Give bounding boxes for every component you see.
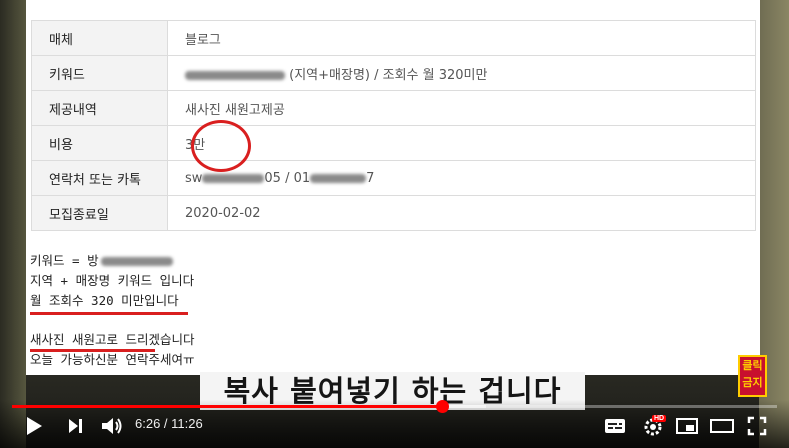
play-button[interactable] (25, 414, 43, 438)
subtitles-icon (605, 419, 625, 433)
table-row: 비용 3만 (31, 125, 756, 161)
progress-bar[interactable] (12, 405, 777, 408)
theater-icon (710, 419, 734, 433)
miniplayer-button[interactable] (676, 414, 698, 438)
table-row: 모집종료일 2020-02-02 (31, 195, 756, 231)
redacted-text (202, 173, 265, 183)
recruitment-info-table: 매체 블로그 키워드 (지역+매장명) / 조회수 월 320미만 제공내역 새… (31, 20, 756, 231)
time-display: 6:26 / 11:26 (135, 416, 203, 431)
cost-highlight-circle (191, 120, 251, 172)
highlight-underline (30, 312, 188, 315)
contact-part: 7 (366, 170, 375, 186)
video-frame[interactable]: 매체 블로그 키워드 (지역+매장명) / 조회수 월 320미만 제공내역 새… (0, 0, 789, 448)
redacted-text (185, 70, 285, 80)
subtitles-button[interactable] (604, 414, 626, 438)
contact-part: 05 / 01 (264, 170, 311, 186)
play-icon (27, 417, 42, 435)
row-value: 블로그 (167, 20, 756, 56)
settings-button[interactable]: HD (642, 414, 667, 438)
post-line: 월 조회수 320 미만입니다 (30, 293, 179, 308)
current-time: 6:26 (135, 416, 161, 431)
keyword-value: (지역+매장명) / 조회수 월 320미만 (289, 67, 488, 83)
redacted-text (310, 173, 367, 183)
volume-button[interactable] (100, 414, 124, 438)
row-value: 새사진 새원고제공 (167, 90, 756, 126)
row-value: 2020-02-02 (167, 195, 756, 231)
skip-next-icon (69, 419, 82, 433)
row-label: 매체 (31, 20, 168, 56)
table-row: 키워드 (지역+매장명) / 조회수 월 320미만 (31, 55, 756, 91)
screenshot-document: 매체 블로그 키워드 (지역+매장명) / 조회수 월 320미만 제공내역 새… (26, 0, 760, 375)
row-label: 연락처 또는 카톡 (31, 160, 168, 196)
video-background-left (0, 0, 26, 448)
post-line: 키워드 = 방 (30, 251, 195, 271)
redacted-text (100, 257, 173, 266)
row-label: 키워드 (31, 55, 168, 91)
row-value: sw 05 / 01 7 (167, 160, 756, 196)
theater-mode-button[interactable] (710, 414, 734, 438)
row-value: 3만 (167, 125, 756, 161)
row-value: (지역+매장명) / 조회수 월 320미만 (167, 55, 756, 91)
next-button[interactable] (67, 414, 85, 438)
played-bar (12, 405, 442, 408)
volume-icon (102, 418, 122, 434)
scrubber-handle[interactable] (435, 400, 449, 413)
highlight-underline (30, 349, 155, 352)
contact-part: sw (185, 170, 203, 186)
row-label: 비용 (31, 125, 168, 161)
table-row: 매체 블로그 (31, 20, 756, 56)
hd-badge: HD (652, 415, 667, 422)
post-line: 오늘 가능하신분 연락주세여ㅠ (30, 352, 195, 367)
row-label: 제공내역 (31, 90, 168, 126)
miniplayer-icon (676, 418, 698, 434)
duration: 11:26 (171, 416, 203, 431)
table-row: 연락처 또는 카톡 sw 05 / 01 7 (31, 160, 756, 196)
post-line: 새사진 새원고로 드리겠습니다 (30, 332, 195, 347)
fullscreen-icon (747, 416, 767, 436)
fullscreen-button[interactable] (747, 414, 767, 438)
post-line: 지역 + 매장명 키워드 입니다 (30, 273, 195, 288)
table-row: 제공내역 새사진 새원고제공 (31, 90, 756, 126)
row-label: 모집종료일 (31, 195, 168, 231)
channel-logo: 클릭 금지 (738, 355, 767, 397)
post-text: 키워드 = 방 지역 + 매장명 키워드 입니다 월 조회수 320 미만입니다… (30, 251, 195, 370)
